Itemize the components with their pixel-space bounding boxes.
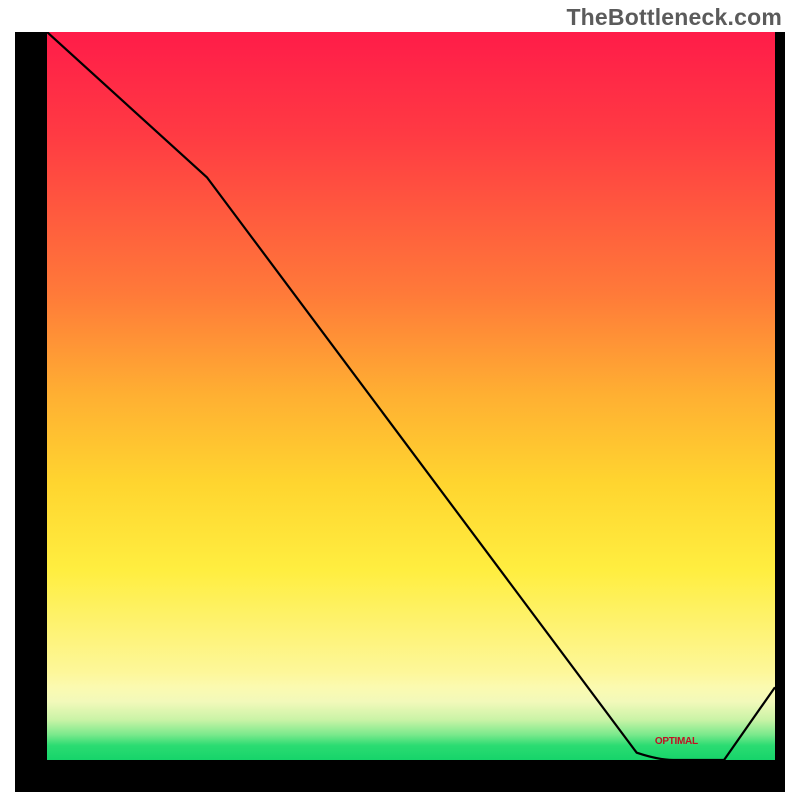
watermark-text: TheBottleneck.com: [566, 4, 782, 31]
curve-svg: [47, 32, 775, 760]
optimal-label: OPTIMAL: [655, 736, 698, 747]
chart-root: TheBottleneck.com OPTIMAL: [0, 0, 800, 800]
chart-panel: OPTIMAL: [15, 32, 785, 792]
plot-area: OPTIMAL: [47, 32, 775, 760]
bottleneck-curve: [47, 32, 775, 760]
